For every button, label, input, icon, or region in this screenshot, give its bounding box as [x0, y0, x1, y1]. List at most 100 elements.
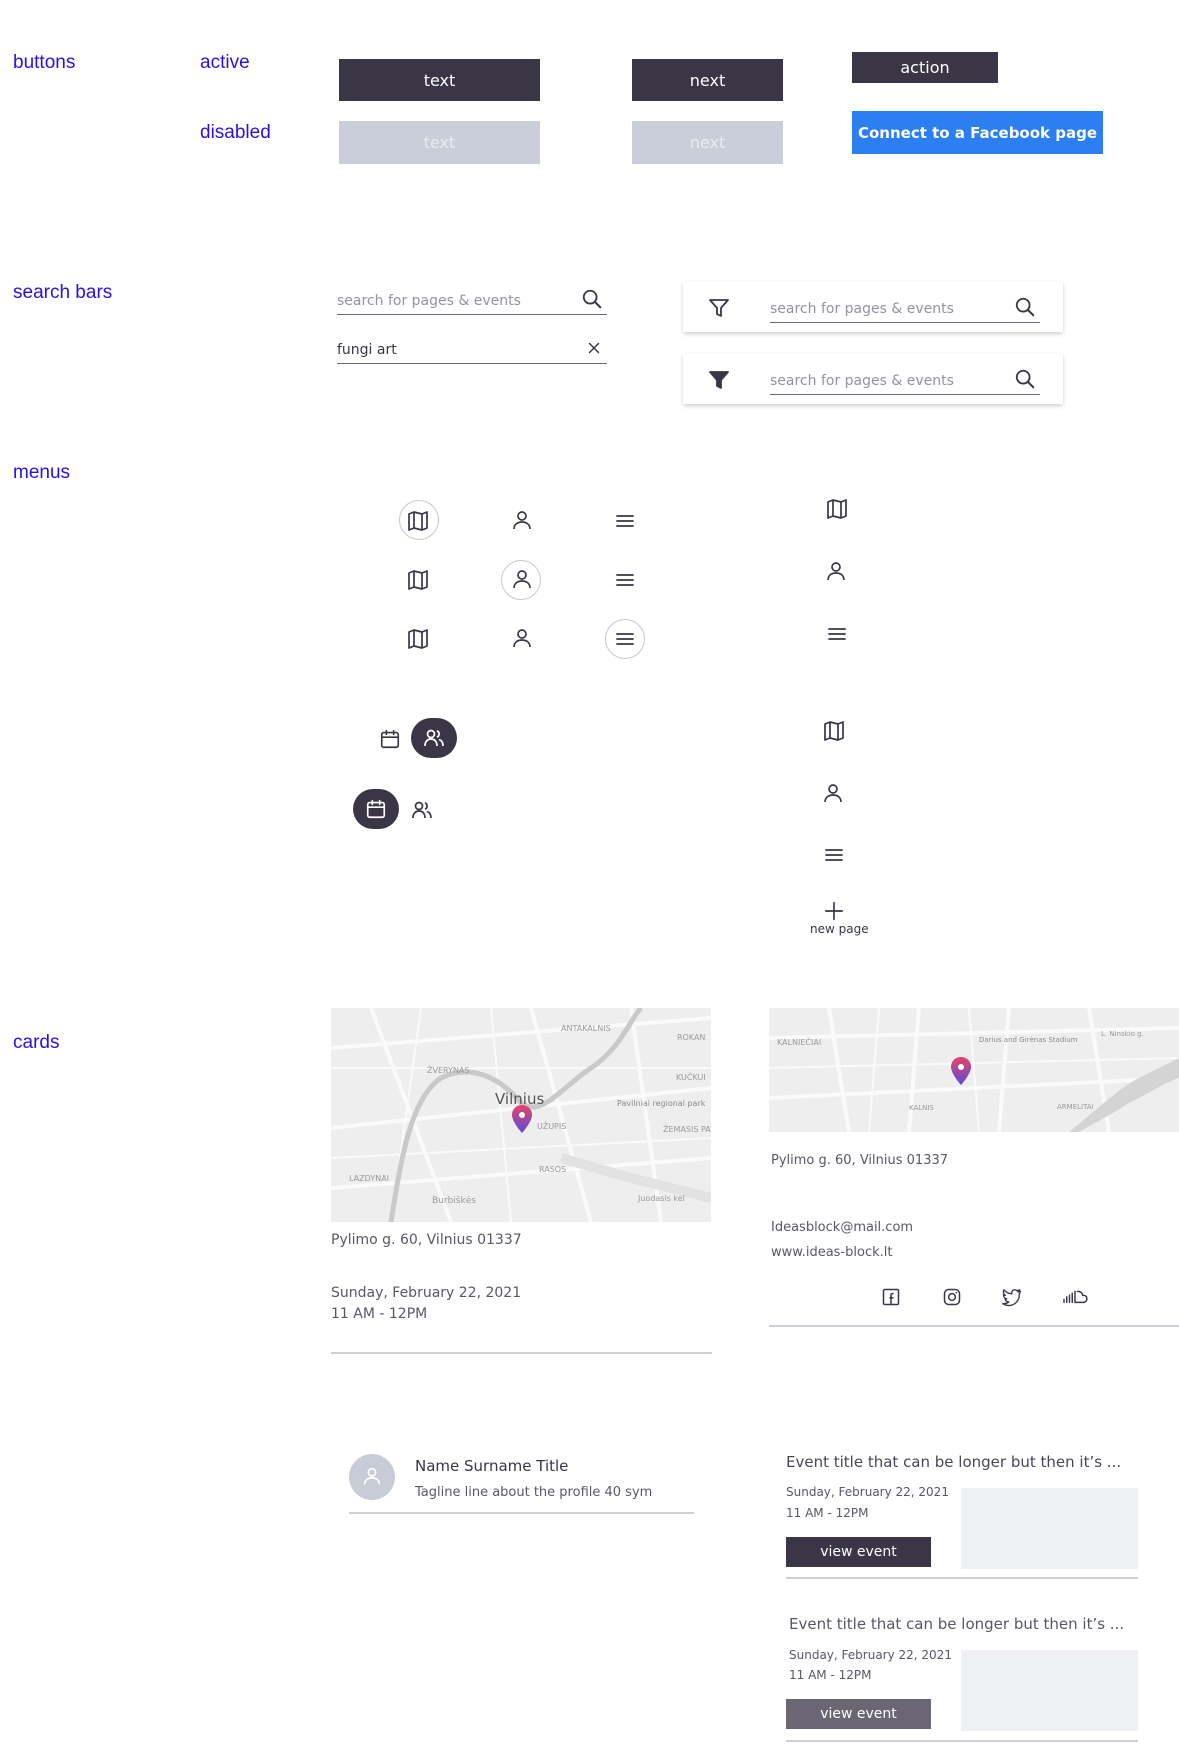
people-icon[interactable]: [410, 798, 434, 822]
map-label: Juodasis kel: [638, 1194, 685, 1203]
connect-facebook-button[interactable]: Connect to a Facebook page: [852, 111, 1103, 154]
plus-icon[interactable]: [823, 900, 845, 922]
profile-name[interactable]: Name Surname Title: [415, 1457, 568, 1475]
location-pin-icon[interactable]: [950, 1056, 972, 1086]
search-icon[interactable]: [1014, 296, 1036, 318]
event-thumbnail[interactable]: [961, 1488, 1138, 1569]
user-icon[interactable]: [824, 559, 848, 583]
search-bar[interactable]: search for pages & events: [770, 287, 1040, 323]
event-title[interactable]: Event title that can be longer but then …: [786, 1453, 1121, 1471]
clear-icon[interactable]: [585, 339, 603, 357]
map-label: KUČKUI: [676, 1073, 706, 1082]
map-label: ARMELITAI: [1057, 1103, 1094, 1111]
avatar[interactable]: [349, 1454, 395, 1500]
event-time: 11 AM - 12PM: [786, 1506, 869, 1520]
map-label: ANTAKALNIS: [561, 1024, 611, 1033]
search-bar-filled[interactable]: fungi art: [337, 328, 607, 364]
hamburger-menu-icon[interactable]: [613, 627, 637, 651]
divider: [769, 1325, 1179, 1327]
instagram-icon[interactable]: [942, 1287, 962, 1307]
map-label: LAZDYNAI: [349, 1174, 390, 1183]
map-icon[interactable]: [406, 509, 430, 533]
event-date: Sunday, February 22, 2021: [789, 1648, 952, 1662]
user-icon[interactable]: [510, 567, 534, 591]
calendar-icon: [366, 799, 386, 819]
divider: [349, 1512, 694, 1514]
map-icon[interactable]: [822, 719, 846, 743]
search-placeholder: search for pages & events: [770, 373, 954, 389]
people-icon: [424, 729, 444, 747]
map-label: Pavilniai regional park: [617, 1099, 706, 1108]
divider: [786, 1577, 1138, 1579]
text-button-disabled: text: [339, 121, 540, 164]
venue-website[interactable]: www.ideas-block.lt: [771, 1245, 892, 1260]
map-label: KALNIEČIAI: [777, 1038, 822, 1047]
event-thumbnail[interactable]: [961, 1650, 1138, 1731]
event-title[interactable]: Event title that can be longer but then …: [789, 1615, 1124, 1633]
hamburger-menu-icon[interactable]: [613, 509, 637, 533]
map-label: ŽEMASIS PAVILNYS: [663, 1125, 711, 1134]
view-event-button[interactable]: view event: [786, 1537, 931, 1567]
view-event-button-hover[interactable]: view event: [786, 1699, 931, 1729]
people-toggle-active[interactable]: [411, 718, 457, 758]
search-icon[interactable]: [1014, 368, 1036, 390]
map-icon[interactable]: [406, 627, 430, 651]
soundcloud-icon[interactable]: [1062, 1285, 1088, 1307]
map-label: KALNIS: [909, 1104, 934, 1112]
user-icon[interactable]: [510, 626, 534, 650]
hamburger-menu-icon[interactable]: [822, 843, 846, 867]
section-label-search-bars: search bars: [13, 282, 113, 303]
event-address: Pylimo g. 60, Vilnius 01337: [331, 1232, 522, 1248]
map-label: ROKAN: [677, 1033, 706, 1042]
map-icon[interactable]: [406, 568, 430, 592]
twitter-icon[interactable]: [1002, 1287, 1022, 1307]
facebook-icon[interactable]: [881, 1287, 901, 1307]
venue-email[interactable]: Ideasblock@mail.com: [771, 1220, 913, 1235]
search-bar[interactable]: search for pages & events: [337, 279, 607, 315]
map-venue[interactable]: KALNIEČIAI Darius and Girėnas Stadium L.…: [769, 1008, 1179, 1132]
event-date: Sunday, February 22, 2021: [786, 1485, 949, 1499]
map-label: L. Ninskio g.: [1101, 1030, 1144, 1038]
map-vilnius[interactable]: ANTAKALNIS ŽVERYNAS ROKAN KUČKUI UŽUPIS …: [331, 1008, 711, 1222]
section-label-cards: cards: [13, 1032, 60, 1053]
event-date: Sunday, February 22, 2021: [331, 1285, 522, 1301]
map-icon[interactable]: [825, 497, 849, 521]
search-placeholder: search for pages & events: [770, 301, 954, 317]
calendar-toggle-active[interactable]: [353, 789, 399, 829]
venue-address: Pylimo g. 60, Vilnius 01337: [771, 1153, 949, 1168]
new-page-label[interactable]: new page: [810, 922, 869, 936]
state-label-disabled: disabled: [200, 122, 271, 143]
search-input-value: fungi art: [337, 342, 397, 358]
next-button[interactable]: next: [632, 59, 783, 101]
next-button-disabled: next: [632, 121, 783, 164]
section-label-menus: menus: [13, 462, 71, 483]
search-icon[interactable]: [581, 288, 603, 310]
divider: [331, 1352, 712, 1354]
action-button[interactable]: action: [852, 52, 998, 83]
event-time: 11 AM - 12PM: [331, 1306, 428, 1322]
search-placeholder: search for pages & events: [337, 293, 521, 309]
calendar-icon[interactable]: [379, 728, 401, 750]
hamburger-menu-icon[interactable]: [613, 568, 637, 592]
section-label-buttons: buttons: [13, 52, 76, 73]
filter-search-card: search for pages & events: [683, 281, 1063, 332]
filter-filled-icon[interactable]: [707, 368, 731, 392]
filter-outline-icon[interactable]: [707, 296, 731, 320]
user-icon[interactable]: [510, 508, 534, 532]
divider: [786, 1740, 1138, 1742]
state-label-active: active: [200, 52, 250, 73]
filter-search-card-active: search for pages & events: [683, 353, 1063, 404]
map-label: ŽVERYNAS: [427, 1066, 470, 1075]
location-pin-icon[interactable]: [511, 1104, 533, 1134]
map-label: Burbiškės: [432, 1196, 476, 1206]
map-streets: [769, 1008, 1179, 1132]
user-icon[interactable]: [821, 781, 845, 805]
search-bar[interactable]: search for pages & events: [770, 359, 1040, 395]
map-label: UŽUPIS: [537, 1122, 567, 1131]
text-button[interactable]: text: [339, 59, 540, 101]
map-label: RASOS: [539, 1165, 567, 1174]
event-time: 11 AM - 12PM: [789, 1668, 872, 1682]
user-icon: [363, 1467, 381, 1485]
hamburger-menu-icon[interactable]: [825, 622, 849, 646]
profile-tagline: Tagline line about the profile 40 sym: [415, 1485, 653, 1500]
